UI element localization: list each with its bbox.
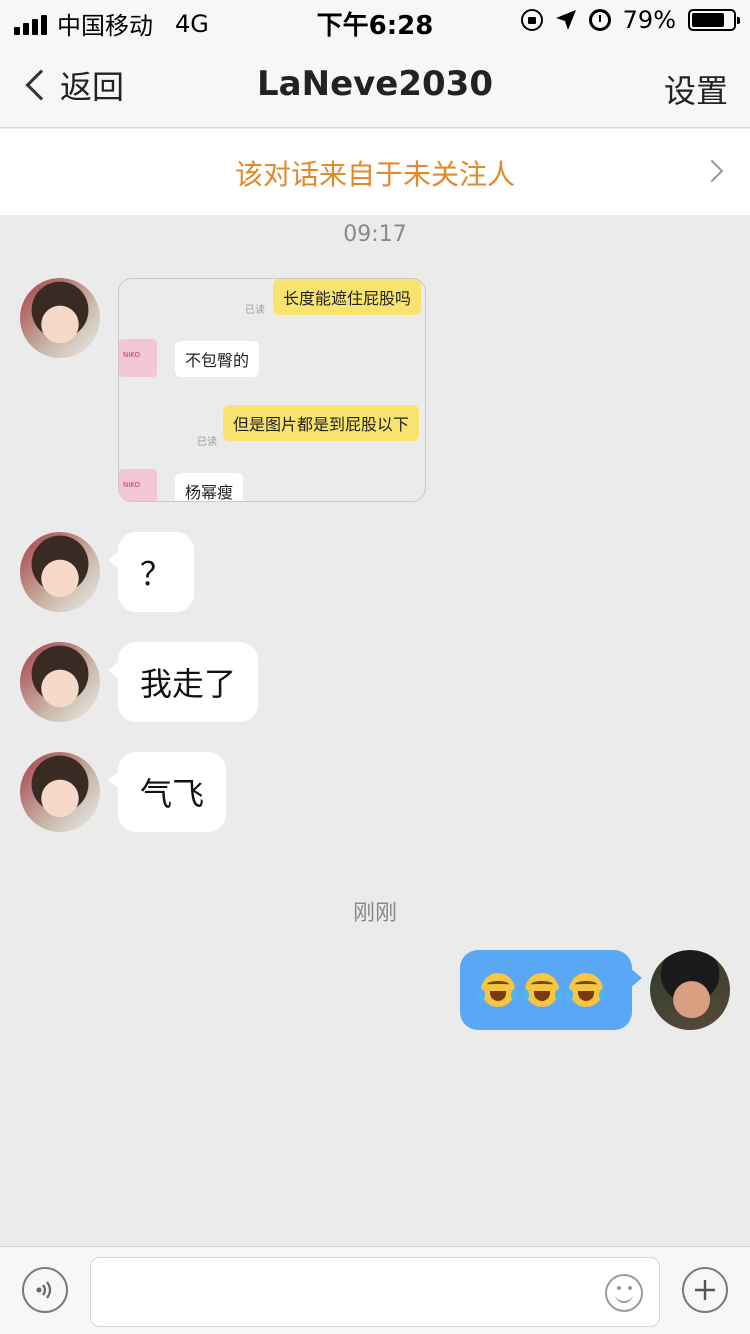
laugh-cry-emoji-icon — [522, 973, 562, 1007]
input-bar — [0, 1246, 750, 1334]
message-text: 气飞 — [140, 775, 205, 813]
sender-avatar[interactable] — [20, 642, 100, 722]
read-receipt: 已读 — [197, 437, 217, 448]
message-input[interactable] — [90, 1257, 660, 1327]
screenshot-bubble-4: 杨幂瘦 — [175, 473, 244, 501]
laugh-cry-emoji-icon — [478, 973, 518, 1007]
nav-bar: 返回 LaNeve2030 设置 — [0, 40, 750, 128]
smiley-icon[interactable] — [605, 1274, 643, 1312]
image-message[interactable]: 已读 长度能遮住屁股吗 NIKO 不包臀的 已读 但是图片都是到屁股以下 NIK… — [118, 278, 426, 502]
alarm-icon — [588, 9, 611, 31]
status-right: 79% — [520, 6, 740, 34]
settings-button[interactable]: 设置 — [664, 66, 728, 112]
outgoing-message-bubble[interactable] — [460, 950, 642, 1030]
location-icon — [555, 10, 576, 30]
stranger-banner[interactable]: 该对话来自于未关注人 — [0, 129, 750, 215]
read-receipt: 已读 — [245, 305, 265, 316]
chat-title: LaNeve2030 — [257, 64, 493, 104]
sender-avatar[interactable] — [20, 752, 100, 832]
sender-avatar[interactable] — [20, 278, 100, 358]
laugh-cry-emoji-icon — [566, 973, 606, 1007]
battery-icon — [688, 9, 740, 31]
voice-icon — [36, 1281, 52, 1299]
message-text: 我走了 — [140, 665, 237, 703]
battery-percent: 79% — [622, 6, 676, 34]
message-bubble[interactable]: 气飞 — [107, 752, 227, 832]
screenshot-avatar: NIKO — [119, 469, 157, 501]
rotation-lock-icon — [520, 9, 543, 31]
message-text: ？ — [140, 555, 173, 593]
stranger-banner-text: 该对话来自于未关注人 — [234, 158, 515, 191]
timestamp-first: 09:17 — [343, 222, 407, 247]
sender-avatar[interactable] — [20, 532, 100, 612]
voice-button[interactable] — [22, 1267, 68, 1313]
screenshot-bubble-3: 但是图片都是到屁股以下 — [223, 405, 420, 441]
message-bubble[interactable]: 我走了 — [107, 642, 259, 722]
plus-icon — [695, 1280, 715, 1300]
timestamp-second: 刚刚 — [352, 901, 397, 926]
message-bubble[interactable]: ？ — [107, 532, 195, 612]
screenshot-bubble-2: 不包臀的 — [175, 341, 260, 377]
status-bar: 中国移动 4G 下午6:28 79% — [0, 0, 750, 41]
plus-button[interactable] — [682, 1267, 728, 1313]
my-avatar[interactable] — [650, 950, 730, 1030]
screenshot-avatar: NIKO — [119, 339, 157, 377]
battery-fill — [692, 13, 724, 27]
screenshot-bubble-1: 长度能遮住屁股吗 — [273, 279, 422, 315]
